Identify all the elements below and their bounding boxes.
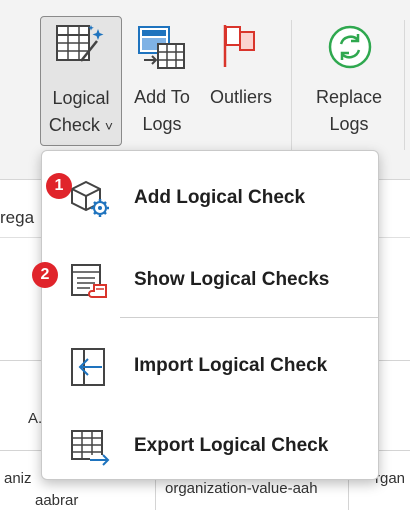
menu-divider xyxy=(120,317,378,318)
ribbon-separator-right xyxy=(404,20,405,150)
menu-item-show-logical-checks[interactable]: Show Logical Checks xyxy=(42,249,378,311)
replace-logs-label-line1: Replace xyxy=(315,87,383,107)
table-add-icon xyxy=(138,26,185,69)
table-cell[interactable]: aniz xyxy=(4,470,32,487)
table-export-icon xyxy=(71,430,110,466)
menu-item-add-logical-check[interactable]: Add Logical Check xyxy=(42,167,378,229)
menu-item-export-logical-check[interactable]: Export Logical Check xyxy=(42,415,378,477)
logical-check-button[interactable]: Logical Check ˅ xyxy=(40,16,122,146)
chevron-down-icon: ˅ xyxy=(104,118,114,134)
menu-item-label: Import Logical Check xyxy=(134,355,328,376)
table-cell[interactable]: aabrar xyxy=(35,492,78,509)
logical-check-dropdown-menu: Add Logical Check Show Logical Checks Im… xyxy=(41,150,379,480)
logical-check-label-line1: Logical xyxy=(52,88,110,108)
replace-logs-button[interactable]: Replace Logs xyxy=(305,16,393,146)
menu-item-label: Show Logical Checks xyxy=(134,269,330,290)
table-wand-icon xyxy=(56,25,104,62)
add-to-logs-label-line2: Logs xyxy=(142,114,182,134)
outliers-label: Outliers xyxy=(209,87,272,107)
menu-item-label: Add Logical Check xyxy=(134,187,306,208)
outliers-button[interactable]: Outliers xyxy=(200,16,282,146)
menu-item-import-logical-check[interactable]: Import Logical Check xyxy=(42,335,378,397)
ribbon-separator xyxy=(291,20,292,150)
table-cell[interactable]: rgan xyxy=(375,470,405,487)
add-to-logs-button[interactable]: Add To Logs xyxy=(126,16,198,146)
annotation-badge-1: 1 xyxy=(46,173,72,199)
replace-logs-label-line2: Logs xyxy=(329,114,369,134)
table-cell[interactable]: organization-value-aah xyxy=(165,480,318,497)
annotation-badge-2: 2 xyxy=(32,262,58,288)
cube-gear-icon xyxy=(71,180,109,217)
list-document-icon xyxy=(71,264,107,298)
logical-check-label-line2: Check ˅ xyxy=(48,115,114,135)
add-to-logs-label-line1: Add To xyxy=(134,87,190,107)
import-arrow-icon xyxy=(71,348,105,386)
flag-icon xyxy=(223,25,255,67)
refresh-icon xyxy=(328,25,372,69)
menu-item-label: Export Logical Check xyxy=(134,435,329,456)
partial-cell-label: rega xyxy=(0,208,35,227)
